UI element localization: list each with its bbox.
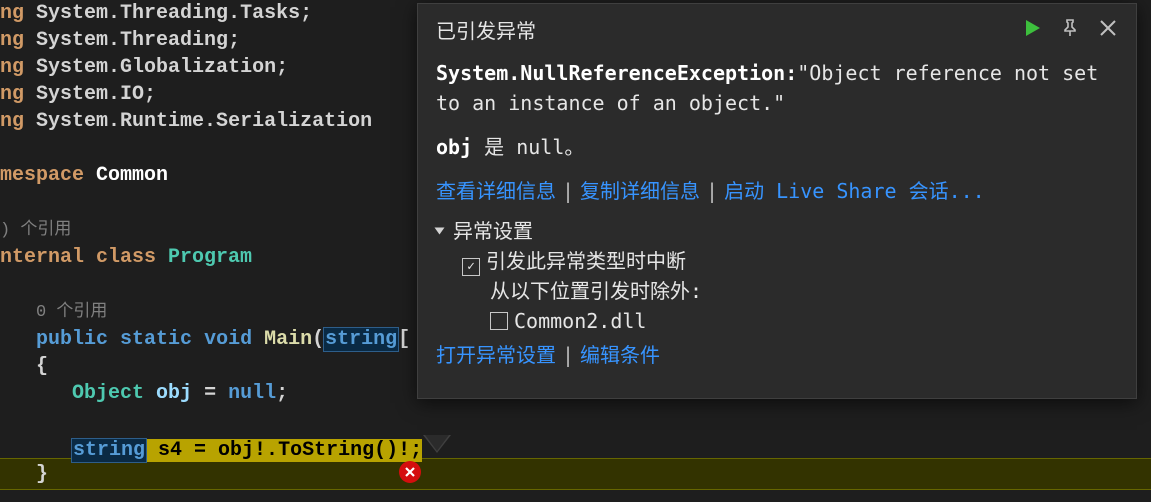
live-share-link[interactable]: 启动 Live Share 会话... [724,179,985,203]
code-editor[interactable]: ng System.Threading.Tasks; ng System.Thr… [0,0,400,488]
obj-var-name: obj [436,135,472,159]
pin-icon[interactable] [1060,18,1080,38]
namespace-name: Common [96,164,168,187]
null-variable-message: obj 是 null。 [436,132,1118,162]
codelens-references[interactable]: 0 个引用 [36,303,107,322]
using-keyword: ng [0,56,24,79]
open-exception-settings-link[interactable]: 打开异常设置 [436,343,556,367]
break-when-thrown-row[interactable]: 引发此异常类型时中断 [436,246,1118,276]
variable-obj: obj [156,382,192,405]
namespace-ref: System.Runtime.Serialization [36,110,372,133]
except-from-label: 从以下位置引发时除外: [436,276,1118,306]
assignment: s4 = obj!. [146,439,278,462]
namespace-ref: System.Threading; [36,29,240,52]
using-keyword: ng [0,29,24,52]
tooltip-pointer [425,435,449,451]
class-modifiers: nternal class [0,246,156,269]
namespace-ref: System.Globalization; [36,56,288,79]
public-keyword: public [36,328,108,351]
continue-icon[interactable] [1022,18,1042,38]
class-name: Program [168,246,252,269]
expand-icon[interactable] [435,228,445,235]
using-keyword: ng [0,2,24,25]
null-keyword: null [228,382,276,405]
namespace-ref: System.IO; [36,83,156,106]
error-icon[interactable] [399,461,421,483]
copy-details-link[interactable]: 复制详细信息 [580,179,700,203]
view-details-link[interactable]: 查看详细信息 [436,179,556,203]
static-keyword: static [120,328,192,351]
using-keyword: ng [0,83,24,106]
break-checkbox-label: 引发此异常类型时中断 [486,249,686,273]
current-statement: s4 = obj!.ToString()!; [146,439,422,462]
codelens-references[interactable]: ) 个引用 [0,221,71,240]
namespace-keyword: mespace [0,164,84,187]
tooltip-title: 已引发异常 [436,16,1012,46]
void-keyword: void [204,328,252,351]
exception-settings-label: 异常设置 [453,216,533,246]
semicolon: ; [276,382,288,405]
close-icon[interactable] [1098,18,1118,38]
namespace-ref: System.Threading.Tasks; [36,2,312,25]
exception-message: System.NullReferenceException:"Object re… [436,58,1118,118]
string-keyword: string [73,439,145,462]
equals: = [192,382,228,405]
param-type: string [325,328,397,351]
using-keyword: ng [0,110,24,133]
break-checkbox[interactable] [462,258,480,276]
call-tail: ()!; [374,439,422,462]
object-type: Object [72,382,144,405]
method-name: Main [264,328,312,351]
tooltip-links-row1: 查看详细信息|复制详细信息|启动 Live Share 会话... [436,176,1118,206]
obj-is-null: 是 null。 [472,135,584,159]
except-item-label: Common2.dll [514,309,646,333]
except-item-row[interactable]: Common2.dll [436,306,1118,336]
exception-type: System.NullReferenceException: [436,61,797,85]
tostring-call: ToString [278,439,374,462]
exception-helper-tooltip: 已引发异常 System.NullReferenceException:"Obj… [417,3,1137,399]
tooltip-links-row2: 打开异常设置|编辑条件 [436,340,1118,370]
except-item-checkbox[interactable] [490,312,508,330]
brace-open: { [36,355,48,378]
exception-settings-header[interactable]: 异常设置 [436,216,1118,246]
edit-conditions-link[interactable]: 编辑条件 [580,343,660,367]
